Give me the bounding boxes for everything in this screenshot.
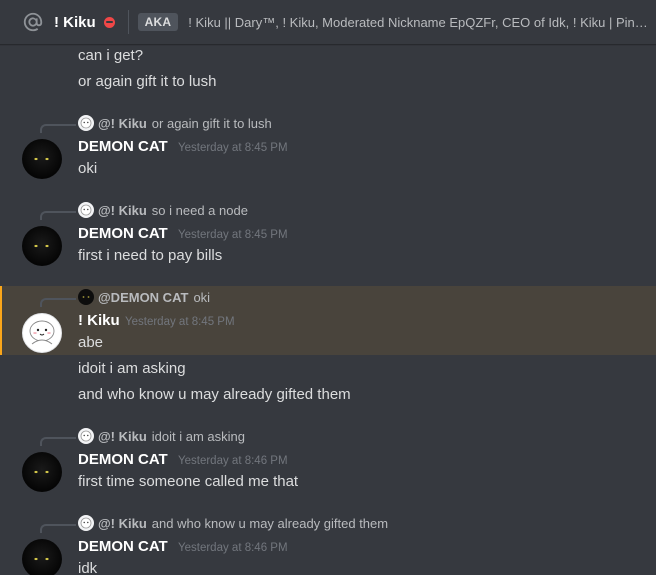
reply-author[interactable]: @! Kiku	[98, 203, 147, 218]
reply-connector	[40, 437, 76, 446]
reply-preview[interactable]: @! Kiku so i need a node	[78, 201, 248, 219]
avatar[interactable]	[22, 452, 62, 492]
message-text: idk	[78, 560, 98, 575]
message-author[interactable]: DEMON CAT	[78, 451, 168, 468]
reply-author[interactable]: @! Kiku	[98, 116, 147, 131]
dnd-status-icon	[103, 16, 115, 28]
reply-content[interactable]: or again gift it to lush	[152, 116, 272, 131]
at-icon	[22, 11, 44, 33]
message-author[interactable]: DEMON CAT	[78, 138, 168, 155]
message-text: first time someone called me that	[78, 473, 299, 490]
reply-connector	[40, 298, 76, 307]
reply-content[interactable]: oki	[193, 290, 210, 305]
avatar[interactable]	[22, 313, 62, 353]
channel-header: ! Kiku AKA ! Kiku || Dary™, ! Kiku, Mode…	[0, 0, 656, 44]
message-timestamp: Yesterday at 8:45 PM	[178, 142, 288, 154]
message-timestamp: Yesterday at 8:46 PM	[178, 455, 288, 467]
reply-avatar-icon	[78, 428, 94, 444]
reply-preview[interactable]: @! Kiku or again gift it to lush	[78, 114, 272, 132]
message-text: or again gift it to lush	[78, 73, 217, 90]
message-text: first i need to pay bills	[78, 247, 223, 264]
message-text: oki	[78, 160, 98, 177]
reply-connector	[40, 211, 76, 220]
channel-title: ! Kiku	[54, 13, 96, 31]
reply-author[interactable]: @DEMON CAT	[98, 290, 188, 305]
message-author[interactable]: DEMON CAT	[78, 538, 168, 555]
reply-content[interactable]: idoit i am asking	[152, 429, 245, 444]
aka-names: ! Kiku || Dary™, ! Kiku, Moderated Nickn…	[188, 14, 649, 30]
aka-badge: AKA	[137, 13, 179, 31]
message-author[interactable]: ! Kiku	[78, 312, 120, 329]
reply-content[interactable]: so i need a node	[152, 203, 248, 218]
message-text: abe	[78, 334, 104, 351]
mention-highlight-bar	[0, 286, 2, 355]
avatar[interactable]	[22, 139, 62, 179]
message-timestamp: Yesterday at 8:46 PM	[178, 542, 288, 554]
message-timestamp: Yesterday at 8:45 PM	[125, 316, 235, 328]
message-text: idoit i am asking	[78, 360, 186, 377]
reply-author[interactable]: @! Kiku	[98, 516, 147, 531]
reply-content[interactable]: and who know u may already gifted them	[152, 516, 388, 531]
message-text: and who know u may already gifted them	[78, 386, 351, 403]
avatar[interactable]	[22, 539, 62, 575]
reply-avatar-icon	[78, 515, 94, 531]
avatar[interactable]	[22, 226, 62, 266]
message-timestamp: Yesterday at 8:45 PM	[178, 229, 288, 241]
reply-preview[interactable]: @! Kiku idoit i am asking	[78, 427, 245, 445]
header-divider	[127, 10, 129, 34]
reply-avatar-icon	[78, 115, 94, 131]
reply-connector	[40, 124, 76, 133]
message-text: can i get?	[78, 47, 144, 64]
message-author[interactable]: DEMON CAT	[78, 225, 168, 242]
reply-preview[interactable]: @! Kiku and who know u may already gifte…	[78, 514, 388, 532]
reply-avatar-icon	[78, 289, 94, 305]
reply-preview[interactable]: @DEMON CAT oki	[78, 288, 210, 306]
reply-author[interactable]: @! Kiku	[98, 429, 147, 444]
reply-connector	[40, 524, 76, 533]
reply-avatar-icon	[78, 202, 94, 218]
